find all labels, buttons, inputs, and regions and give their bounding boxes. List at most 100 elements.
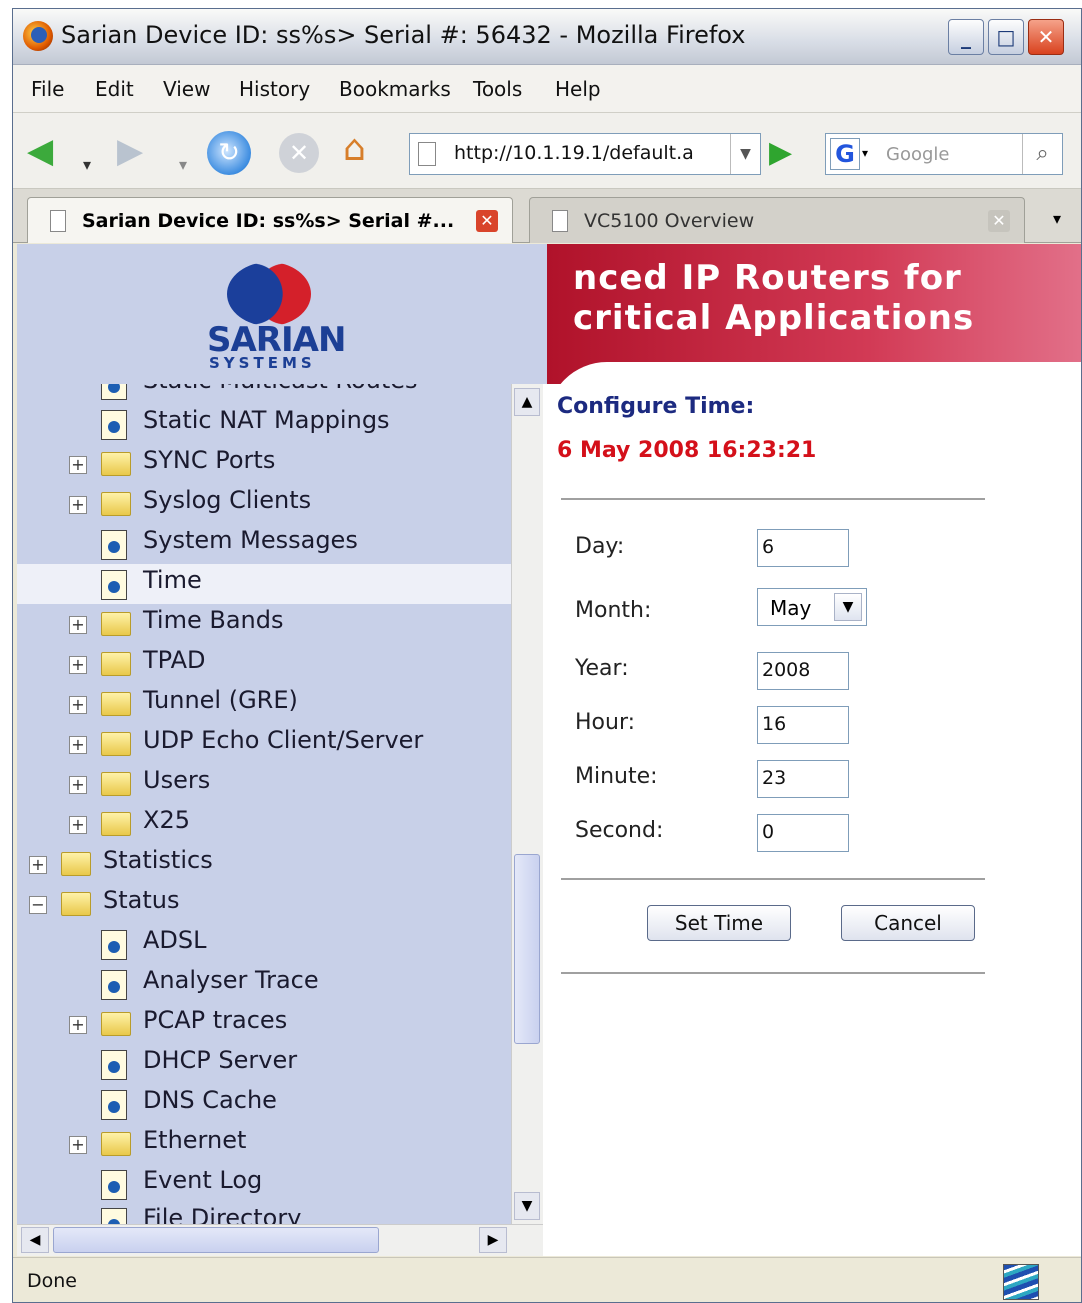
go-arrow-icon[interactable]: ▶: [769, 131, 792, 175]
page-icon: [101, 1208, 127, 1224]
page-icon: [101, 530, 127, 560]
page-icon: [101, 1170, 127, 1200]
folder-icon: [101, 732, 131, 756]
page-icon: [101, 384, 127, 400]
menu-help[interactable]: Help: [555, 77, 601, 101]
day-input[interactable]: 6: [757, 529, 849, 567]
browser-window: Sarian Device ID: ss%s> Serial #: 56432 …: [12, 8, 1082, 1303]
menu-tree: Static Multicast Routes Static NAT Mappi…: [17, 384, 511, 1224]
url-dropdown-icon[interactable]: ▼: [730, 134, 760, 174]
second-input[interactable]: 0: [757, 814, 849, 852]
hour-label: Hour:: [575, 710, 636, 735]
search-box[interactable]: G ▾ Google ⌕: [825, 133, 1063, 175]
page-icon: [50, 210, 66, 232]
scroll-thumb[interactable]: [514, 854, 540, 1044]
scroll-left-icon[interactable]: ◀: [21, 1227, 49, 1253]
sarian-logo-icon: [227, 262, 311, 326]
month-label: Month:: [575, 598, 652, 623]
back-arrow-icon[interactable]: ◀: [27, 129, 53, 173]
set-time-button[interactable]: Set Time: [647, 905, 791, 941]
page-content: SARIAN SYSTEMS nced IP Routers for criti…: [17, 244, 1081, 1256]
expand-icon[interactable]: +: [69, 816, 87, 834]
page-icon: [101, 930, 127, 960]
year-input[interactable]: 2008: [757, 652, 849, 690]
menu-bookmarks[interactable]: Bookmarks: [339, 77, 451, 101]
search-magnifier-icon[interactable]: ⌕: [1022, 134, 1062, 174]
back-dropdown-icon[interactable]: ▾: [83, 143, 91, 187]
menu-edit[interactable]: Edit: [95, 77, 134, 101]
engine-dropdown-icon[interactable]: ▾: [862, 146, 868, 160]
scroll-right-icon[interactable]: ▶: [479, 1227, 507, 1253]
month-select[interactable]: May ▼: [757, 588, 867, 626]
menu-tools[interactable]: Tools: [473, 77, 522, 101]
page-icon: [101, 1090, 127, 1120]
tab-vc5100-overview[interactable]: VC5100 Overview ✕: [529, 197, 1025, 243]
expand-icon[interactable]: +: [69, 456, 87, 474]
maximize-button[interactable]: □: [988, 19, 1024, 55]
tagline-line-2: critical Applications: [573, 298, 975, 338]
page-icon: [101, 410, 127, 440]
scroll-up-icon[interactable]: ▲: [514, 388, 540, 416]
tree-vertical-scrollbar[interactable]: ▲ ▼: [511, 384, 543, 1224]
configure-time-form: Configure Time: 6 May 2008 16:23:21 Day:…: [547, 384, 1081, 1256]
tree-horizontal-scrollbar[interactable]: ◀ ▶: [17, 1224, 543, 1256]
tab-label: Sarian Device ID: ss%s> Serial #...: [82, 210, 455, 232]
divider: [561, 878, 985, 880]
scroll-thumb[interactable]: [53, 1227, 379, 1253]
cancel-button[interactable]: Cancel: [841, 905, 975, 941]
reload-icon[interactable]: ↻: [207, 131, 251, 175]
expand-icon[interactable]: +: [69, 776, 87, 794]
day-label: Day:: [575, 534, 625, 559]
expand-icon[interactable]: +: [69, 1016, 87, 1034]
google-engine-icon[interactable]: G: [830, 138, 860, 170]
tab-label: VC5100 Overview: [584, 210, 755, 232]
page-icon: [552, 210, 568, 232]
status-bar: Done: [13, 1257, 1081, 1302]
url-text[interactable]: http://10.1.19.1/default.a: [454, 142, 694, 164]
search-placeholder[interactable]: Google: [886, 144, 949, 165]
minute-input[interactable]: 23: [757, 760, 849, 798]
firefox-icon: [23, 21, 53, 51]
close-button[interactable]: ✕: [1028, 19, 1064, 55]
expand-icon[interactable]: +: [69, 616, 87, 634]
home-icon[interactable]: ⌂: [343, 127, 366, 171]
forward-arrow-icon[interactable]: ▶: [117, 129, 143, 173]
menu-history[interactable]: History: [239, 77, 310, 101]
divider: [561, 498, 985, 500]
status-text: Done: [27, 1270, 77, 1292]
tab-sarian-device[interactable]: Sarian Device ID: ss%s> Serial #... ✕: [27, 197, 513, 243]
addon-status-icon[interactable]: [1003, 1264, 1039, 1300]
scroll-down-icon[interactable]: ▼: [514, 1192, 540, 1220]
tab-close-icon[interactable]: ✕: [476, 210, 498, 232]
expand-icon[interactable]: +: [69, 1136, 87, 1154]
url-bar[interactable]: http://10.1.19.1/default.a ▼: [409, 133, 761, 175]
menu-view[interactable]: View: [163, 77, 210, 101]
expand-icon[interactable]: +: [69, 496, 87, 514]
folder-icon: [101, 1012, 131, 1036]
expand-icon[interactable]: +: [69, 736, 87, 754]
stop-icon[interactable]: ✕: [279, 133, 319, 173]
collapse-icon[interactable]: −: [29, 896, 47, 914]
expand-icon[interactable]: +: [29, 856, 47, 874]
banner-logo-area: SARIAN SYSTEMS: [17, 244, 547, 384]
folder-icon: [101, 772, 131, 796]
chevron-down-icon[interactable]: ▼: [834, 593, 862, 621]
expand-icon[interactable]: +: [69, 656, 87, 674]
folder-icon: [101, 652, 131, 676]
folder-icon: [101, 452, 131, 476]
minimize-button[interactable]: _: [948, 19, 984, 55]
tree-item-selected[interactable]: Time: [17, 564, 511, 604]
expand-icon[interactable]: +: [69, 696, 87, 714]
tab-list-dropdown-icon[interactable]: ▾: [1053, 209, 1061, 228]
folder-icon: [61, 852, 91, 876]
second-label: Second:: [575, 818, 664, 843]
hour-input[interactable]: 16: [757, 706, 849, 744]
folder-icon: [101, 692, 131, 716]
month-value: May: [770, 596, 812, 620]
menu-file[interactable]: File: [31, 77, 64, 101]
tab-close-icon[interactable]: ✕: [988, 210, 1010, 232]
forward-dropdown-icon[interactable]: ▾: [179, 143, 187, 187]
page-icon: [101, 570, 127, 600]
year-label: Year:: [575, 656, 629, 681]
minute-label: Minute:: [575, 764, 658, 789]
